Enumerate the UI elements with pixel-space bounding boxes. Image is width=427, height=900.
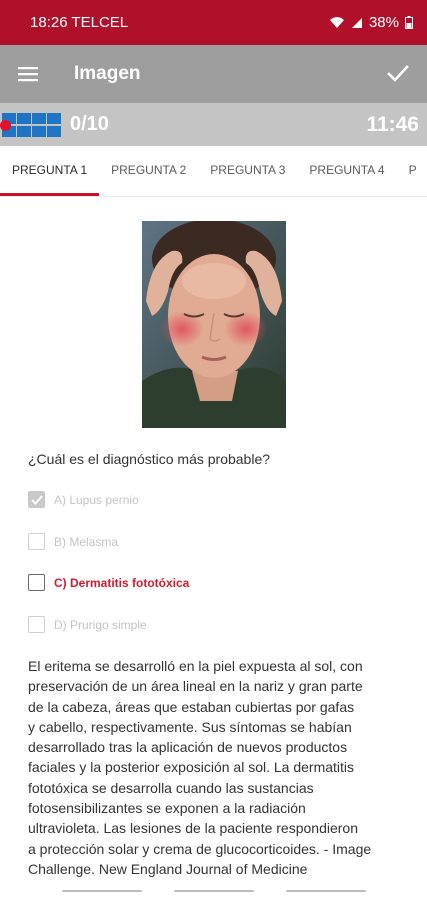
quiz-progress-bar: 0/10 11:46 — [0, 103, 427, 146]
option-label: C) Dermatitis fototóxica — [54, 575, 190, 590]
answer-option-b[interactable]: B) Melasma — [28, 533, 118, 550]
check-icon[interactable] — [387, 65, 409, 83]
explanation-line: Challenge. New England Journal of Medici… — [28, 860, 308, 877]
checkbox[interactable] — [28, 574, 45, 591]
explanation-line: ultravioleta. Las lesiones de la pacient… — [28, 820, 358, 837]
progress-grid-icon — [0, 112, 64, 138]
tab-pregunta-3[interactable]: PREGUNTA 3 — [198, 146, 297, 196]
clinical-photo[interactable] — [142, 221, 286, 428]
tab-pregunta-4[interactable]: PREGUNTA 4 — [297, 146, 396, 196]
answer-explanation: El eritema se desarrolló en la piel expu… — [28, 656, 406, 879]
battery-percent: 38% — [368, 14, 399, 31]
explanation-line: y cabello, respectivamente. Sus síntomas… — [28, 718, 352, 735]
quiz-timer: 11:46 — [366, 112, 419, 136]
tab-pregunta-2[interactable]: PREGUNTA 2 — [99, 146, 198, 196]
app-bar: Imagen — [0, 45, 427, 103]
option-label: D) Prurigo simple — [54, 617, 147, 632]
explanation-line: de la cabeza, áreas que estaban cubierta… — [28, 698, 355, 715]
explanation-line: El eritema se desarrolló en la piel expu… — [28, 658, 363, 674]
tab-pregunta-1[interactable]: PREGUNTA 1 — [0, 146, 100, 196]
status-bar: 18:26 TELCEL 38% — [0, 0, 427, 45]
signal-icon — [351, 17, 362, 28]
system-nav-bar — [0, 884, 427, 900]
tab-pregunta-5[interactable]: P — [397, 146, 427, 196]
battery-icon — [405, 16, 413, 29]
explanation-line: fototóxica se desarrolla cuando las sust… — [28, 779, 314, 796]
option-label: B) Melasma — [54, 534, 119, 549]
status-time-carrier: 18:26 TELCEL — [30, 14, 129, 31]
explanation-line: faciales y la posterior exposición al so… — [28, 759, 355, 776]
answer-option-c[interactable]: C) Dermatitis fototóxica — [28, 574, 189, 591]
option-label: A) Lupus pernio — [54, 492, 139, 507]
menu-icon[interactable] — [18, 66, 38, 82]
explanation-line: fotosensibilizantes se exponen a la radi… — [28, 800, 306, 817]
nav-home-handle[interactable] — [174, 890, 254, 892]
question-text: ¿Cuál es el diagnóstico más probable? — [28, 451, 271, 467]
wifi-icon — [329, 17, 344, 28]
question-tabs: PREGUNTA 1 PREGUNTA 2 PREGUNTA 3 PREGUNT… — [0, 146, 427, 197]
status-icons: 38% — [329, 14, 413, 31]
answered-count: 0/10 — [70, 113, 109, 135]
checkbox[interactable] — [28, 616, 45, 633]
checkbox[interactable] — [28, 533, 45, 550]
answer-option-a[interactable]: A) Lupus pernio — [28, 491, 139, 508]
checkbox-checked[interactable] — [28, 491, 45, 508]
explanation-line: a protección solar y crema de glucocorti… — [28, 840, 372, 857]
nav-recents-handle[interactable] — [286, 890, 366, 892]
answer-option-d[interactable]: D) Prurigo simple — [28, 616, 147, 633]
check-icon — [30, 494, 43, 505]
explanation-line: preservación de un área lineal en la nar… — [28, 678, 363, 695]
page-title: Imagen — [74, 63, 141, 84]
explanation-line: desarrollado tras la aplicación de nuevo… — [28, 739, 348, 756]
nav-back-handle[interactable] — [62, 890, 142, 892]
